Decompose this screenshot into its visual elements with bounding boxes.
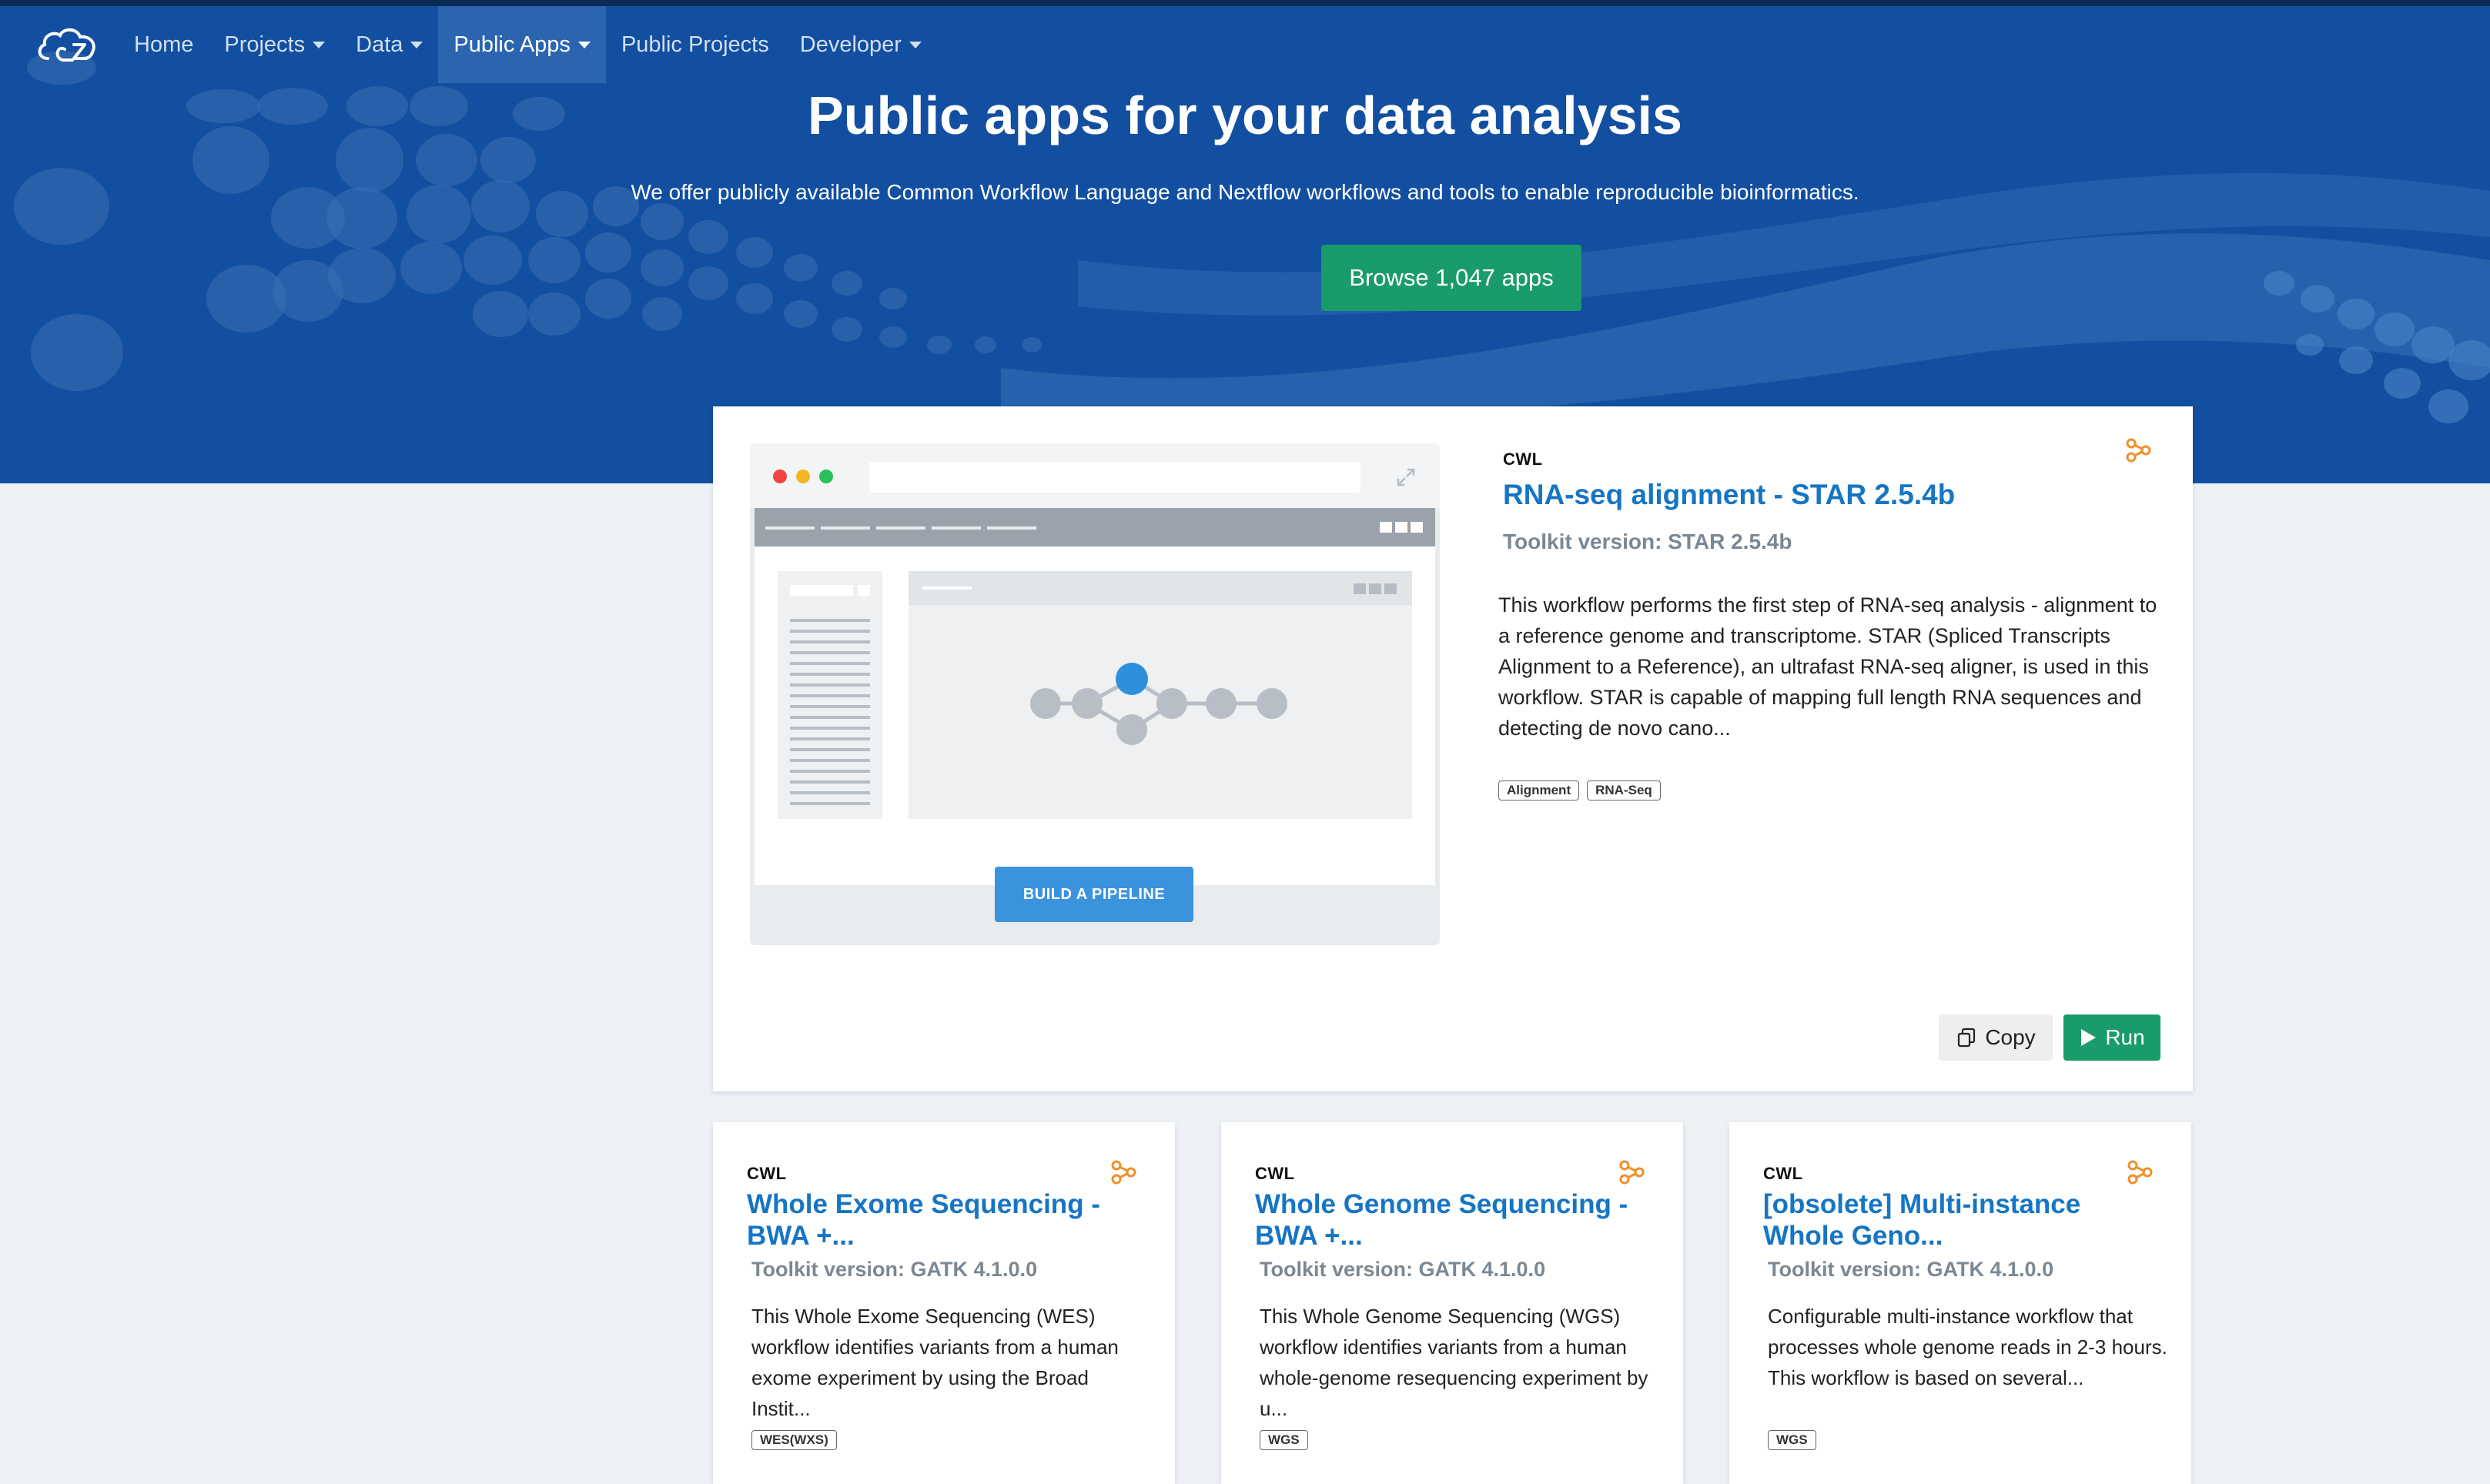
toolkit-version: Toolkit version: GATK 4.1.0.0	[1768, 1258, 2054, 1281]
expand-icon	[1397, 468, 1415, 486]
tag-badge[interactable]: WGS	[1768, 1430, 1816, 1450]
nav-projects[interactable]: Projects	[209, 6, 340, 83]
nav-public-apps[interactable]: Public Apps	[438, 6, 606, 83]
mock-body	[755, 546, 1435, 885]
hero-title: Public apps for your data analysis	[808, 85, 1682, 145]
app-description: Configurable multi-instance workflow tha…	[1768, 1305, 2167, 1389]
workflow-icon	[2126, 438, 2151, 463]
featured-app-card: BUILD A PIPELINE CWL RNA-seq alignment -…	[713, 406, 2193, 1091]
toolkit-version: Toolkit version: GATK 4.1.0.0	[751, 1258, 1038, 1281]
pipeline-illustration: BUILD A PIPELINE	[750, 443, 1440, 945]
app-language-label: CWL	[1503, 450, 1543, 469]
app-description: This workflow performs the first step of…	[1498, 593, 2157, 740]
app-card: CWL [obsolete] Multi-instance Whole Geno…	[1729, 1122, 2191, 1484]
tag-badge[interactable]: Alignment	[1498, 780, 1580, 800]
tag-badge[interactable]: RNA-Seq	[1587, 780, 1661, 800]
mock-sidebar	[778, 571, 882, 819]
mock-address-bar	[869, 462, 1360, 493]
toolkit-version: Toolkit version: STAR 2.5.4b	[1503, 530, 1792, 553]
caret-down-icon	[410, 41, 423, 48]
app-language-label: CWL	[747, 1164, 787, 1183]
app-card: CWL Whole Exome Sequencing - BWA +... To…	[713, 1122, 1175, 1484]
app-title-link[interactable]: RNA-seq alignment - STAR 2.5.4b	[1503, 479, 1955, 511]
workflow-icon	[2127, 1160, 2153, 1185]
tag-list: WGS	[1768, 1430, 1816, 1450]
caret-down-icon	[909, 41, 922, 48]
copy-label: Copy	[1985, 1025, 2036, 1049]
nav-developer[interactable]: Developer	[785, 6, 937, 83]
nav-label: Projects	[224, 32, 306, 57]
nav-public-projects[interactable]: Public Projects	[606, 6, 785, 83]
window-close-dot	[773, 470, 787, 483]
nav-label: Developer	[799, 32, 902, 57]
app-language-label: CWL	[1763, 1164, 1803, 1183]
mock-toolbar	[755, 508, 1435, 546]
caret-down-icon	[577, 41, 591, 48]
tag-list: WES(WXS)	[751, 1430, 837, 1450]
nav-label: Public Apps	[453, 32, 571, 57]
window-minimize-dot	[796, 470, 810, 483]
workflow-graph-icon	[922, 583, 1397, 745]
browse-apps-button[interactable]: Browse 1,047 apps	[1321, 245, 1581, 311]
run-label: Run	[2105, 1025, 2145, 1049]
hero-subtitle: We offer publicly available Common Workf…	[631, 180, 1859, 204]
tag-list: Alignment RNA-Seq	[1498, 780, 1661, 800]
tag-badge[interactable]: WES(WXS)	[751, 1430, 837, 1450]
copy-icon	[1958, 1028, 1976, 1048]
workflow-icon	[1111, 1160, 1136, 1185]
toolkit-version: Toolkit version: GATK 4.1.0.0	[1260, 1258, 1546, 1281]
app-title-link[interactable]: Whole Genome Sequencing - BWA +...	[1255, 1188, 1640, 1252]
app-title-link[interactable]: [obsolete] Multi-instance Whole Geno...	[1763, 1188, 2148, 1252]
workflow-icon	[1619, 1160, 1645, 1185]
nav-home[interactable]: Home	[119, 6, 209, 83]
mock-canvas	[909, 571, 1412, 819]
mock-titlebar	[750, 443, 1440, 508]
app-language-label: CWL	[1255, 1164, 1295, 1183]
caret-down-icon	[313, 41, 326, 48]
nav-label: Home	[134, 32, 194, 57]
top-nav: Home Projects Data Public Apps Public Pr…	[0, 6, 2490, 83]
copy-button[interactable]: Copy	[1939, 1014, 2053, 1061]
play-icon	[2081, 1029, 2097, 1046]
app-description: This Whole Exome Sequencing (WES) workfl…	[751, 1305, 1119, 1420]
app-description: This Whole Genome Sequencing (WGS) workf…	[1260, 1305, 1648, 1420]
tag-list: WGS	[1260, 1430, 1308, 1450]
top-border	[0, 0, 2490, 6]
cloud-logo-icon[interactable]	[18, 6, 119, 83]
run-button[interactable]: Run	[2063, 1014, 2160, 1061]
nav-label: Data	[356, 32, 403, 57]
nav-label: Public Projects	[621, 32, 769, 57]
build-pipeline-button[interactable]: BUILD A PIPELINE	[995, 867, 1193, 922]
app-card: CWL Whole Genome Sequencing - BWA +... T…	[1221, 1122, 1683, 1484]
tag-badge[interactable]: WGS	[1260, 1430, 1308, 1450]
window-maximize-dot	[819, 470, 833, 483]
nav-data[interactable]: Data	[340, 6, 438, 83]
app-title-link[interactable]: Whole Exome Sequencing - BWA +...	[747, 1188, 1132, 1252]
